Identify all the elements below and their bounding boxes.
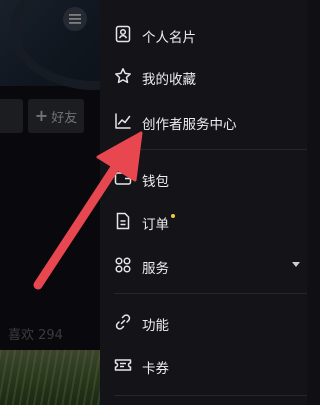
side-drawer: 个人名片 我的收藏 创作者服务中心 钱包 订单 服务 功能 卡券: [100, 0, 307, 405]
menu-item-favorites[interactable]: 我的收藏: [100, 57, 307, 97]
menu-item-label: 订单: [142, 217, 169, 233]
chevron-down-icon: [292, 262, 300, 267]
divider: [114, 149, 307, 150]
menu-item-wallet[interactable]: 钱包: [100, 159, 307, 199]
dim-overlay[interactable]: [0, 0, 110, 405]
menu-item-features[interactable]: 功能: [100, 303, 307, 343]
wallet-icon: [114, 172, 132, 185]
coupon-ticket-icon: [114, 359, 132, 371]
menu-item-services[interactable]: 服务: [100, 246, 307, 286]
link-icon: [115, 314, 131, 330]
order-document-icon: [116, 212, 130, 230]
menu-item-label: 钱包: [142, 174, 169, 190]
menu-item-label: 服务: [142, 261, 169, 277]
profile-page-background: + 好友 喜欢 294: [0, 0, 110, 405]
analytics-chart-icon: [115, 113, 131, 129]
menu-item-label: 创作者服务中心: [142, 117, 237, 133]
menu-item-personal-card[interactable]: 个人名片: [100, 15, 307, 55]
menu-item-orders[interactable]: 订单: [100, 202, 307, 242]
divider: [114, 293, 307, 294]
menu-item-label: 我的收藏: [142, 72, 196, 88]
notification-dot: [171, 214, 175, 218]
star-icon: [115, 68, 131, 84]
services-grid-icon: [115, 257, 131, 273]
contact-card-icon: [115, 25, 131, 43]
menu-item-label: 功能: [142, 318, 169, 334]
menu-item-label: 卡券: [142, 361, 169, 377]
divider: [114, 395, 307, 396]
menu-item-label: 个人名片: [142, 30, 196, 46]
menu-item-coupons[interactable]: 卡券: [100, 346, 307, 386]
menu-item-creator-center[interactable]: 创作者服务中心: [100, 102, 307, 142]
